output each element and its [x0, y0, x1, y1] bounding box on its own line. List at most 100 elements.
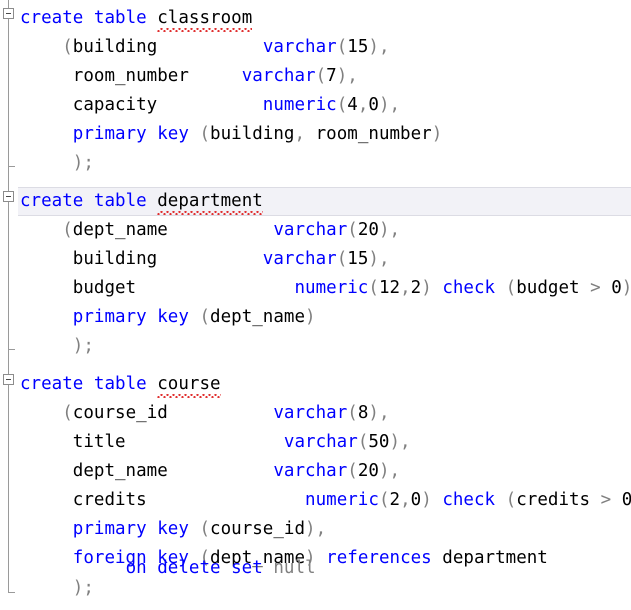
- code-token: ,: [400, 278, 411, 298]
- code-token: building: [210, 124, 295, 144]
- code-token: capacity: [72, 95, 158, 115]
- code-token: 0: [621, 490, 631, 510]
- code-token: ),: [622, 278, 631, 298]
- code-token: );: [72, 336, 94, 356]
- code-line[interactable]: title varchar(50),: [0, 428, 631, 457]
- code-token: 50: [368, 432, 390, 452]
- code-token: ): [305, 307, 316, 327]
- code-token: 20: [357, 220, 379, 240]
- code-line[interactable]: (dept_name varchar(20),: [0, 216, 631, 245]
- code-token: numeric: [294, 278, 369, 298]
- code-line[interactable]: );: [0, 332, 631, 361]
- code-token: varchar: [262, 249, 337, 269]
- code-token: varchar: [241, 66, 316, 86]
- code-token: varchar: [273, 403, 348, 423]
- code-line-text: (course_id varchar(8),: [0, 399, 390, 428]
- code-line[interactable]: (building varchar(15),: [0, 33, 631, 62]
- code-line[interactable]: );: [0, 149, 631, 178]
- code-line[interactable]: primary key (course_id),: [0, 515, 631, 544]
- code-line[interactable]: room_number varchar(7),: [0, 62, 631, 91]
- code-token: ),: [368, 249, 390, 269]
- code-line[interactable]: create table department: [0, 187, 631, 216]
- code-line[interactable]: building varchar(15),: [0, 245, 631, 274]
- code-token: 20: [357, 461, 379, 481]
- code-token: building: [72, 249, 158, 269]
- code-line-text: );: [0, 332, 94, 361]
- code-token: (: [505, 490, 517, 510]
- code-token: dept_name: [72, 220, 168, 240]
- code-token: primary key: [72, 124, 189, 144]
- code-token: (: [199, 124, 211, 144]
- code-token: ,: [357, 95, 369, 115]
- code-line[interactable]: create table course: [0, 370, 631, 399]
- code-line[interactable]: capacity numeric(4,0),: [0, 91, 631, 120]
- code-token: varchar: [283, 432, 358, 452]
- code-token: ),: [336, 66, 358, 86]
- code-line-text: dept_name varchar(20),: [0, 457, 400, 486]
- code-token: );: [72, 578, 94, 598]
- code-line[interactable]: credits numeric(2,0) check (credits > 0)…: [0, 486, 631, 515]
- code-token: budget: [516, 278, 580, 298]
- code-token: check: [442, 490, 496, 510]
- code-token: (: [357, 432, 369, 452]
- code-token: dept_name: [72, 461, 168, 481]
- code-line-text: create table course: [0, 370, 221, 399]
- code-token: 0: [410, 490, 422, 510]
- code-token: ),: [389, 432, 411, 452]
- code-token: (: [378, 490, 390, 510]
- code-token: varchar: [262, 37, 337, 57]
- sql-code-editor[interactable]: create table classroom (building varchar…: [0, 0, 631, 610]
- code-line[interactable]: budget numeric(12,2) check (budget > 0),: [0, 274, 631, 303]
- code-token: create: [20, 8, 84, 28]
- code-token: building: [72, 37, 158, 57]
- code-token: (: [347, 461, 358, 481]
- code-token: 15: [347, 37, 369, 57]
- code-token: room_number: [315, 124, 432, 144]
- code-line[interactable]: dept_name varchar(20),: [0, 457, 631, 486]
- code-line[interactable]: primary key (dept_name): [0, 303, 631, 332]
- code-token: title: [72, 432, 126, 452]
- code-line[interactable]: (course_id varchar(8),: [0, 399, 631, 428]
- code-text-area[interactable]: create table classroom (building varchar…: [0, 0, 631, 610]
- code-line-text: primary key (building, room_number): [0, 120, 442, 149]
- code-line-text: budget numeric(12,2) check (budget > 0),: [0, 274, 631, 303]
- code-token: ,: [294, 124, 306, 144]
- code-line-text: create table department: [0, 187, 263, 216]
- code-line[interactable]: create table classroom: [0, 4, 631, 33]
- code-line-text: (dept_name varchar(20),: [0, 216, 400, 245]
- code-token: 4: [347, 95, 358, 115]
- code-line[interactable]: primary key (building, room_number): [0, 120, 631, 149]
- code-token: (: [62, 37, 73, 57]
- code-line-text: credits numeric(2,0) check (credits > 0)…: [0, 486, 631, 515]
- code-line-text: building varchar(15),: [0, 245, 390, 274]
- code-line[interactable]: );: [0, 574, 631, 603]
- code-token: (: [336, 95, 348, 115]
- code-token: 0: [368, 95, 379, 115]
- code-line-text: );: [0, 574, 94, 603]
- code-token: 2: [410, 278, 422, 298]
- code-token: (: [62, 220, 73, 240]
- code-token: primary key: [72, 519, 189, 539]
